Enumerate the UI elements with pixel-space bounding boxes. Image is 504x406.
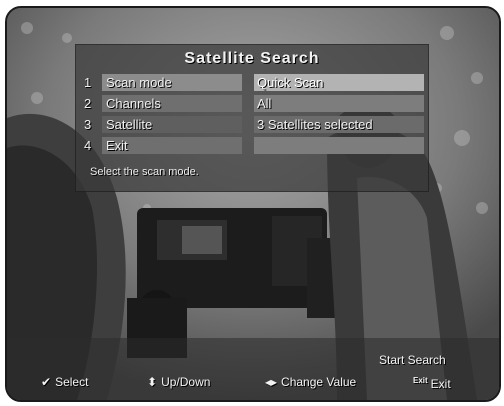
menu-item-number: 4: [84, 138, 92, 153]
footer-help-bar: ✔ Select ⬍ Up/Down ◂▸ Change Value Start Se…: [7, 342, 499, 398]
satellite-search-menu: Satellite Search 1 Scan mode Quick Scan …: [75, 44, 429, 192]
help-exit: Exit Exit: [413, 373, 451, 392]
help-select-label: Select: [55, 375, 89, 389]
help-select: ✔ Select: [41, 374, 88, 390]
menu-item-channels[interactable]: 2 Channels All: [78, 95, 426, 112]
menu-item-value: Quick Scan: [254, 74, 424, 91]
exit-key-icon: Exit: [413, 376, 428, 385]
up-down-arrows-icon: ⬍: [147, 375, 158, 389]
menu-item-exit[interactable]: 4 Exit: [78, 137, 426, 154]
menu-item-number: 1: [84, 75, 92, 90]
menu-item-number: 2: [84, 96, 92, 111]
help-exit-label: Exit: [430, 377, 451, 391]
checkmark-icon: ✔: [41, 375, 52, 389]
help-change-label: Change Value: [281, 375, 357, 389]
help-updown: ⬍ Up/Down: [147, 374, 210, 390]
help-updown-label: Up/Down: [161, 375, 211, 389]
menu-item-number: 3: [84, 117, 92, 132]
menu-item-value: [254, 137, 424, 154]
menu-item-value: 3 Satellites selected: [254, 116, 424, 133]
menu-item-label: Exit: [102, 137, 242, 154]
menu-item-value: All: [254, 95, 424, 112]
tv-screen: Satellite Search 1 Scan mode Quick Scan …: [5, 6, 501, 402]
help-hint: Select the scan mode.: [90, 166, 199, 178]
menu-title: Satellite Search: [184, 50, 320, 67]
menu-item-satellite[interactable]: 3 Satellite 3 Satellites selected: [78, 116, 426, 133]
menu-item-label: Satellite: [102, 116, 242, 133]
menu-item-label: Channels: [102, 95, 242, 112]
left-right-arrows-icon: ◂▸: [265, 375, 278, 389]
menu-item-scan-mode[interactable]: 1 Scan mode Quick Scan: [78, 74, 426, 91]
help-start-search: Start Search: [379, 353, 446, 367]
menu-item-label: Scan mode: [102, 74, 242, 91]
help-change-value: ◂▸ Change Value: [265, 374, 356, 390]
